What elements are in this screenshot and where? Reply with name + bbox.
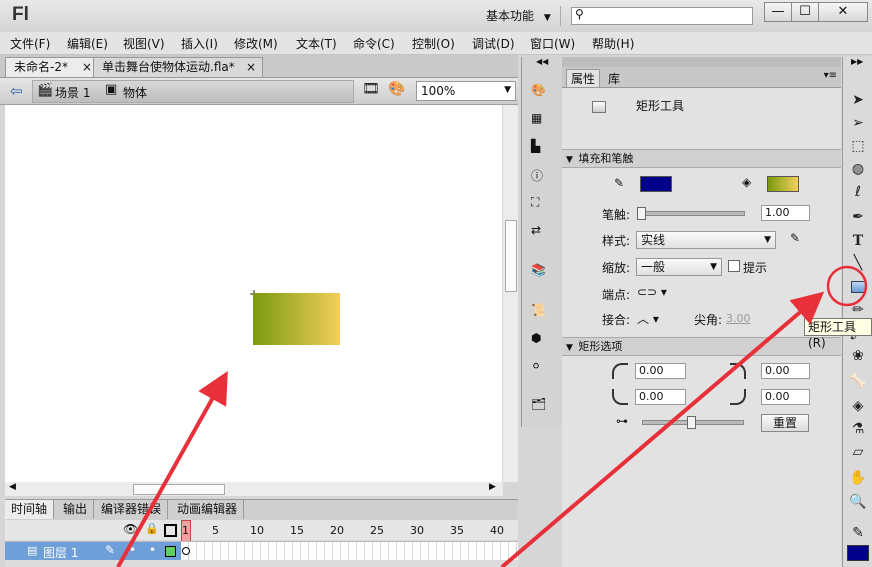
annotation-overlay — [116, 265, 868, 567]
annotation-arrow-tool — [500, 291, 825, 567]
annotation-arrow-stage — [116, 371, 228, 567]
annotation-circle — [826, 265, 868, 307]
